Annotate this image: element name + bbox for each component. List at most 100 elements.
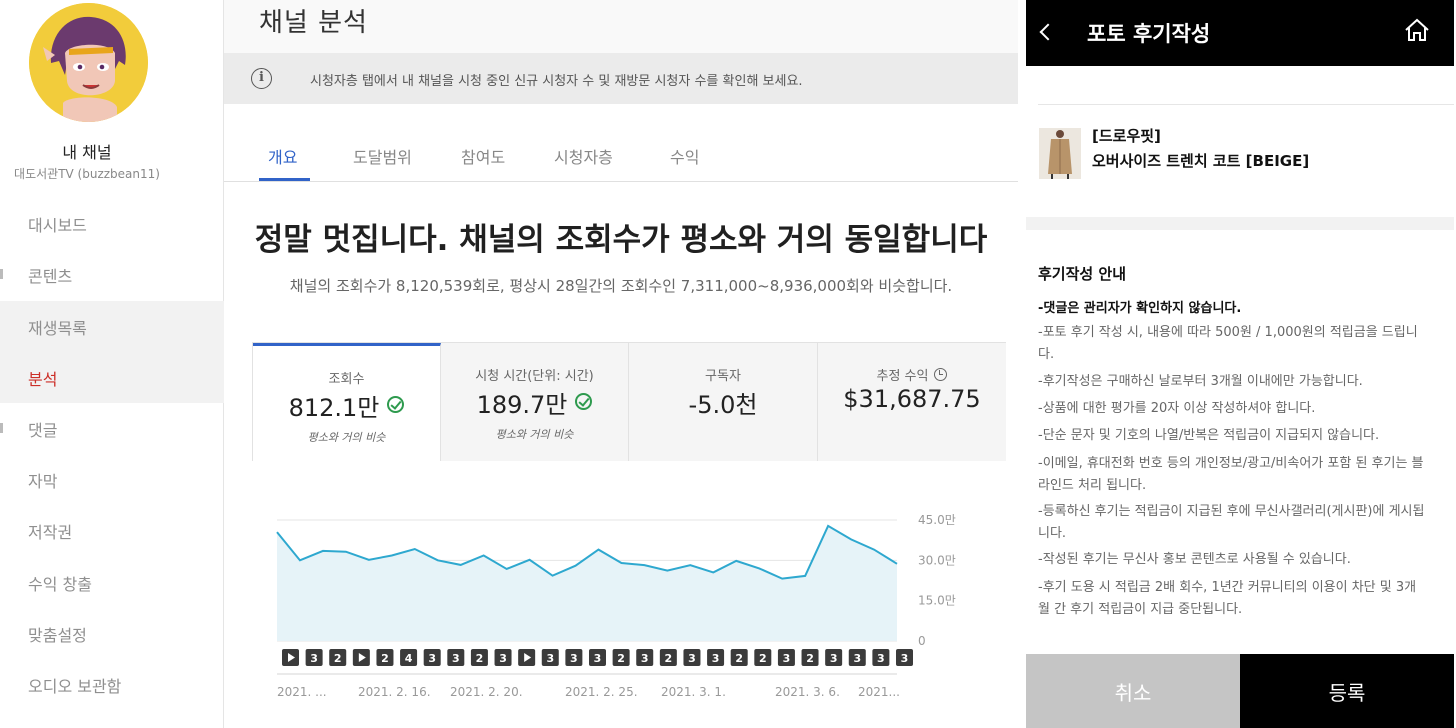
sidebar-item-copyright[interactable]: 저작권 xyxy=(0,505,224,556)
sidebar-item-label: 댓글 xyxy=(28,420,58,440)
guide-line: -상품에 대한 평가를 20자 이상 작성하셔야 합니다. xyxy=(1038,401,1316,416)
info-icon: i xyxy=(251,68,272,89)
y-tick-label: 30.0만 xyxy=(918,553,956,567)
coat-image xyxy=(1039,128,1081,179)
guide-line: -작성된 후기는 무신사 홍보 콘텐츠로 사용될 수 있습니다. xyxy=(1038,552,1351,567)
back-arrow-icon[interactable] xyxy=(1039,23,1057,41)
guide-line: -이메일, 휴대전화 번호 등의 개인정보/광고/비속어가 포함 된 후기는 블… xyxy=(1038,456,1424,493)
info-banner: i 시청자층 탭에서 내 채널을 시청 중인 신규 시청자 수 및 재방문 시청… xyxy=(224,53,1018,104)
photo-review-panel: 포토 후기작성 [드로우핏] 오버사이즈 트렌치 코트 [BEIGE] 후기작성… xyxy=(1026,0,1456,728)
page-title: 채널 분석 xyxy=(259,8,368,38)
review-title: 포토 후기작성 xyxy=(1087,22,1211,46)
video-marker-count: 2 xyxy=(735,652,743,665)
sidebar-item-label: 대시보드 xyxy=(28,215,87,235)
product-name: 오버사이즈 트렌치 코트 [BEIGE] xyxy=(1092,152,1310,170)
sidebar-item-label: 수익 창출 xyxy=(28,574,92,594)
review-header: 포토 후기작성 xyxy=(1026,0,1454,66)
channel-label: 내 채널 xyxy=(62,143,112,162)
sidebar-item-label: 저작권 xyxy=(28,522,73,542)
sidebar-item-audio-library[interactable]: 오디오 보관함 xyxy=(0,659,224,710)
sidebar-item-label: 맞춤설정 xyxy=(28,625,87,645)
video-marker-count: 2 xyxy=(334,652,342,665)
sidebar-item-monetization[interactable]: 수익 창출 xyxy=(0,557,224,608)
section-separator xyxy=(1026,217,1454,230)
x-tick-label: 2021. 2. 25. xyxy=(565,685,638,699)
video-marker-count: 3 xyxy=(688,652,696,665)
guide-first-line: -댓글은 관리자가 확인하지 않습니다. xyxy=(1038,301,1242,316)
video-marker-count: 2 xyxy=(476,652,484,665)
video-marker-count: 3 xyxy=(830,652,838,665)
tab-revenue[interactable]: 수익 xyxy=(670,144,699,168)
y-tick-label: 15.0만 xyxy=(918,594,956,608)
product-thumbnail xyxy=(1039,128,1081,179)
analytics-main: 채널 분석 i 시청자층 탭에서 내 채널을 시청 중인 신규 시청자 수 및 … xyxy=(224,0,1018,728)
guide-title: 후기작성 안내 xyxy=(1038,265,1127,283)
sidebar-item-label: 자막 xyxy=(28,471,58,491)
video-marker-count: 2 xyxy=(617,652,625,665)
video-marker-count: 3 xyxy=(594,652,602,665)
guide-line: -단순 문자 및 기호의 나열/반복은 적립금이 지급되지 않습니다. xyxy=(1038,428,1380,443)
sidebar-item-label: 콘텐츠 xyxy=(28,266,73,286)
tab-overview[interactable]: 개요 xyxy=(268,144,297,168)
divider xyxy=(1038,104,1454,105)
tab-audience[interactable]: 시청자층 xyxy=(554,144,613,168)
guide-line: -포토 후기 작성 시, 내용에 따라 500원 / 1,000원의 적립금을 … xyxy=(1038,325,1418,362)
guide-line: -후기 도용 시 적립금 2배 회수, 1년간 커뮤니티의 이용이 차단 및 3… xyxy=(1038,580,1417,617)
series-area xyxy=(277,525,897,641)
nav-marker xyxy=(0,423,3,433)
channel-handle: 대도서관TV (buzzbean11) xyxy=(14,167,160,181)
sidebar-item-subtitles[interactable]: 자막 xyxy=(0,454,224,505)
video-marker-count: 2 xyxy=(806,652,814,665)
video-marker-count: 3 xyxy=(877,652,885,665)
active-tab-indicator xyxy=(259,178,310,181)
overview-content: 정말 멋집니다. 채널의 조회수가 평소와 거의 동일합니다 채널의 조회수가 … xyxy=(224,182,1018,728)
sidebar-item-comments[interactable]: 댓글 xyxy=(0,403,224,454)
x-tick-label: 2021... xyxy=(858,685,900,699)
x-tick-label: 2021. 2. 20. xyxy=(450,685,523,699)
y-tick-label: 45.0만 xyxy=(918,513,956,527)
sidebar-item-label: 재생목록 xyxy=(28,318,87,338)
tab-reach[interactable]: 도달범위 xyxy=(353,144,412,168)
product-brand: [드로우핏] xyxy=(1092,127,1161,145)
video-marker-count: 2 xyxy=(381,652,389,665)
sidebar-item-dashboard[interactable]: 대시보드 xyxy=(0,198,224,249)
video-marker-count: 3 xyxy=(310,652,318,665)
nav-marker xyxy=(0,269,3,279)
video-marker-count: 3 xyxy=(570,652,578,665)
sidebar: 내 채널 대도서관TV (buzzbean11) 대시보드 콘텐츠 재생목록 분… xyxy=(0,0,224,728)
x-tick-label: 2021. 3. 6. xyxy=(775,685,840,699)
x-tick-label: 2021. 3. 1. xyxy=(661,685,726,699)
cancel-button[interactable]: 취소 xyxy=(1026,654,1240,728)
x-tick-label: 2021. 2. 16. xyxy=(358,685,431,699)
video-marker-count: 2 xyxy=(665,652,673,665)
youtube-studio-panel: 내 채널 대도서관TV (buzzbean11) 대시보드 콘텐츠 재생목록 분… xyxy=(0,0,1018,728)
video-marker-count: 2 xyxy=(759,652,767,665)
video-marker-count: 3 xyxy=(712,652,720,665)
sidebar-item-playlists[interactable]: 재생목록 xyxy=(0,301,224,352)
video-marker-count: 3 xyxy=(853,652,861,665)
home-icon[interactable] xyxy=(1404,18,1430,42)
avatar[interactable] xyxy=(29,3,148,122)
y-tick-label: 0 xyxy=(918,634,926,648)
submit-button[interactable]: 등록 xyxy=(1240,654,1454,728)
sidebar-item-content[interactable]: 콘텐츠 xyxy=(0,249,224,300)
info-text: 시청자층 탭에서 내 채널을 시청 중인 신규 시청자 수 및 재방문 시청자 … xyxy=(310,74,803,89)
video-marker-count: 3 xyxy=(783,652,791,665)
avatar-illustration xyxy=(29,3,148,122)
x-tick-label: 2021. ... xyxy=(277,685,327,699)
analytics-tabs: 개요 도달범위 참여도 시청자층 수익 xyxy=(224,104,1018,182)
sidebar-item-label: 오디오 보관함 xyxy=(28,676,122,696)
guide-line: -후기작성은 구매하신 날로부터 3개월 이내에만 가능합니다. xyxy=(1038,374,1363,389)
guide-line: -등록하신 후기는 적립금이 지급된 후에 무신사갤러리(게시판)에 게시됩니다… xyxy=(1038,504,1425,541)
video-marker-count: 3 xyxy=(641,652,649,665)
video-marker-count: 3 xyxy=(901,652,909,665)
video-marker-count: 3 xyxy=(428,652,436,665)
views-chart: 45.0만30.0만15.0만03 2 2 4 3 3 2 3 3 3 3 2 3 2 3 3 2 2 3 2 3 3 3 3… xyxy=(276,513,956,699)
sidebar-item-label: 분석 xyxy=(28,369,58,389)
video-marker-count: 3 xyxy=(499,652,507,665)
video-marker-count: 4 xyxy=(405,652,413,665)
sidebar-item-analytics[interactable]: 분석 xyxy=(0,352,224,403)
tab-engagement[interactable]: 참여도 xyxy=(461,144,505,168)
sidebar-item-customization[interactable]: 맞춤설정 xyxy=(0,608,224,659)
video-marker-count: 3 xyxy=(546,652,554,665)
